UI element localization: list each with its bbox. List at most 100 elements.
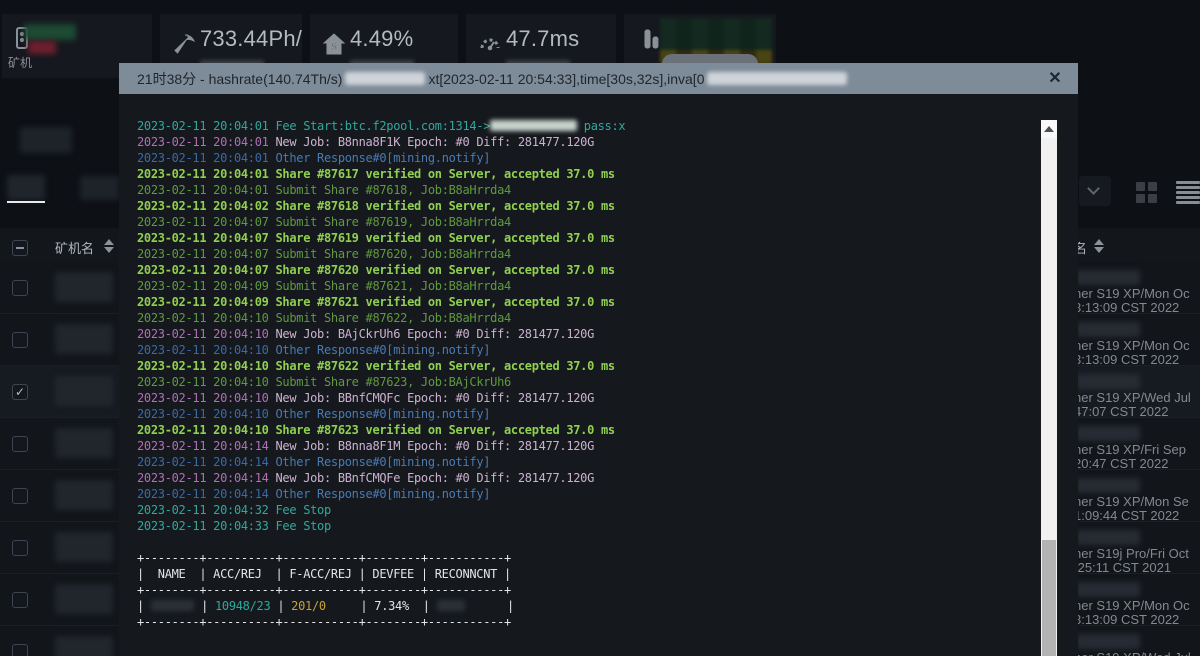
log-line-fee: 2023-02-11 20:04:01 Fee Start:btc.f2pool… <box>137 119 626 133</box>
svg-text:$: $ <box>331 42 337 53</box>
select-all-checkbox[interactable] <box>12 240 28 256</box>
log-line-verified: 2023-02-11 20:04:01 Share #87617 verifie… <box>137 167 615 181</box>
log-line-other: 2023-02-11 20:04:10 Other Response#0[min… <box>137 407 490 421</box>
log-timestamp: 2023-02-11 20:04:10 <box>137 343 276 357</box>
scrollbar-thumb[interactable] <box>1042 540 1056 656</box>
log-line-verified: 2023-02-11 20:04:10 Share #87623 verifie… <box>137 423 615 437</box>
log-timestamp: 2023-02-11 20:04:09 <box>137 279 276 293</box>
log-line-verified: 2023-02-11 20:04:07 Share #87619 verifie… <box>137 231 615 245</box>
redacted-alert-value <box>28 41 56 54</box>
redacted-reconncnt-cell <box>436 600 466 611</box>
log-timestamp: 2023-02-11 20:04:10 <box>137 391 276 405</box>
log-timestamp: 2023-02-11 20:04:01 <box>137 151 276 165</box>
log-line-verified: 2023-02-11 20:04:10 Share #87622 verifie… <box>137 359 615 373</box>
log-line-newjob: 2023-02-11 20:04:14 New Job: B8nna8F1M E… <box>137 439 594 453</box>
log-timestamp: 2023-02-11 20:04:01 <box>137 167 276 181</box>
miner-log-output: 2023-02-11 20:04:01 Fee Start:btc.f2pool… <box>137 119 626 629</box>
log-message: Share #87620 verified on Server, accepte… <box>275 263 616 277</box>
log-message: Other Response#0[mining.notify] <box>275 407 491 421</box>
log-message: Submit Share #87621, Job:B8aHrrda4 <box>275 279 512 293</box>
log-timestamp: 2023-02-11 20:04:07 <box>137 215 276 229</box>
log-timestamp: 2023-02-11 20:04:01 <box>137 119 276 133</box>
log-timestamp: 2023-02-11 20:04:01 <box>137 135 276 149</box>
hashrate-value: 733.44Ph/s <box>200 26 302 51</box>
close-icon[interactable]: ✕ <box>1044 68 1066 90</box>
log-message: New Job: BAjCkrUh6 Epoch: #0 Diff: 28147… <box>275 327 595 341</box>
f-acc-rej-value: 201/0 <box>291 599 326 613</box>
redacted-miner-name-right <box>1076 634 1140 649</box>
active-tab-underline <box>7 201 45 203</box>
ascii-pipe: | <box>270 599 292 613</box>
sort-icon[interactable] <box>104 239 114 253</box>
log-timestamp: 2023-02-11 20:04:10 <box>137 327 276 341</box>
log-message: New Job: BBnfCMQFe Epoch: #0 Diff: 28147… <box>275 471 595 485</box>
miner-date-fragment: 3:13:09 CST 2022 <box>1074 612 1180 627</box>
row-checkbox[interactable] <box>12 644 28 656</box>
redacted-hashrate-value <box>24 24 76 40</box>
redacted-miner-name-right <box>1076 530 1140 545</box>
column-header-miner-name[interactable]: 矿机名 <box>55 238 94 257</box>
scroll-up-icon[interactable] <box>1041 120 1057 138</box>
log-line-fee: 2023-02-11 20:04:33 Fee Stop <box>137 519 331 533</box>
modal-title-part2: xt[2023-02-11 20:54:33],time[30s,32s],in… <box>428 70 705 87</box>
log-message: Share #87619 verified on Server, accepte… <box>275 231 616 245</box>
row-checkbox[interactable] <box>12 436 28 452</box>
log-line-verified: 2023-02-11 20:04:07 Share #87620 verifie… <box>137 263 615 277</box>
log-message: Submit Share #87623, Job:BAjCkrUh6 <box>275 375 512 389</box>
log-timestamp: 2023-02-11 20:04:10 <box>137 311 276 325</box>
log-line-submit: 2023-02-11 20:04:09 Submit Share #87621,… <box>137 279 511 293</box>
redacted-miner-name-right <box>1076 478 1140 493</box>
log-line-newjob: 2023-02-11 20:04:10 New Job: BAjCkrUh6 E… <box>137 327 594 341</box>
log-timestamp: 2023-02-11 20:04:02 <box>137 199 276 213</box>
ascii-pipe: | <box>137 599 151 613</box>
row-checkbox[interactable] <box>12 488 28 504</box>
redacted-miner-name-left <box>55 584 113 614</box>
grid-view-icon[interactable] <box>1136 182 1158 204</box>
log-timestamp: 2023-02-11 20:04:07 <box>137 263 276 277</box>
redacted-miner-name-left <box>55 532 113 562</box>
row-checkbox[interactable] <box>12 592 28 608</box>
log-modal-header[interactable]: 21时38分 - hashrate(140.74Th/s) xt[2023-02… <box>119 63 1078 94</box>
row-checkbox-checked[interactable]: ✓ <box>12 384 28 400</box>
row-checkbox[interactable] <box>12 540 28 556</box>
sort-icon-right[interactable] <box>1094 239 1104 253</box>
reject-rate-value: 4.49% <box>350 26 414 51</box>
modal-scrollbar[interactable] <box>1041 120 1057 656</box>
log-message: Share #87618 verified on Server, accepte… <box>275 199 616 213</box>
log-message: pass:x <box>576 119 626 133</box>
miner-model-fragment: ner S19 XP/Wed Jul <box>1074 390 1191 405</box>
log-timestamp: 2023-02-11 20:04:14 <box>137 487 276 501</box>
tab-active-redacted[interactable] <box>7 175 45 200</box>
list-view-icon[interactable] <box>1176 181 1200 204</box>
ascii-table-data-row: | | 10948/23 | 201/0 | 7.34% | | <box>137 599 514 613</box>
row-checkbox[interactable] <box>12 332 28 348</box>
redacted-pool-account <box>490 120 577 131</box>
latency-value: 47.7ms <box>506 26 580 51</box>
miner-date-fragment: 47:07 CST 2022 <box>1074 404 1169 419</box>
log-line-submit: 2023-02-11 20:04:10 Submit Share #87623,… <box>137 375 511 389</box>
log-line-other: 2023-02-11 20:04:10 Other Response#0[min… <box>137 343 490 357</box>
log-message: Submit Share #87618, Job:B8aHrrda4 <box>275 183 512 197</box>
gauge-icon <box>480 38 500 51</box>
log-message: Share #87617 verified on Server, accepte… <box>275 167 616 181</box>
row-checkbox[interactable] <box>12 280 28 296</box>
log-timestamp: 2023-02-11 20:04:14 <box>137 455 276 469</box>
miner-count-label: 矿机 <box>8 56 33 70</box>
log-line-submit: 2023-02-11 20:04:01 Submit Share #87618,… <box>137 183 511 197</box>
log-line-verified: 2023-02-11 20:04:09 Share #87621 verifie… <box>137 295 615 309</box>
log-timestamp: 2023-02-11 20:04:10 <box>137 407 276 421</box>
log-message: Other Response#0[mining.notify] <box>275 487 491 501</box>
log-message: New Job: B8nna8F1K Epoch: #0 Diff: 28147… <box>275 135 595 149</box>
log-message: Share #87621 verified on Server, accepte… <box>275 295 616 309</box>
log-line-other: 2023-02-11 20:04:14 Other Response#0[min… <box>137 455 490 469</box>
redacted-miner-name-left <box>55 324 113 354</box>
log-message: Other Response#0[mining.notify] <box>275 455 491 469</box>
log-line-other: 2023-02-11 20:04:01 Other Response#0[min… <box>137 151 490 165</box>
devfee-value: | 7.34% | <box>325 599 437 613</box>
pickaxe-icon <box>174 34 196 54</box>
log-timestamp: 2023-02-11 20:04:07 <box>137 247 276 261</box>
dropdown-button[interactable] <box>1079 176 1111 206</box>
log-message: Submit Share #87620, Job:B8aHrrda4 <box>275 247 512 261</box>
tab-redacted[interactable] <box>80 176 119 200</box>
ascii-pipe: | <box>465 599 514 613</box>
